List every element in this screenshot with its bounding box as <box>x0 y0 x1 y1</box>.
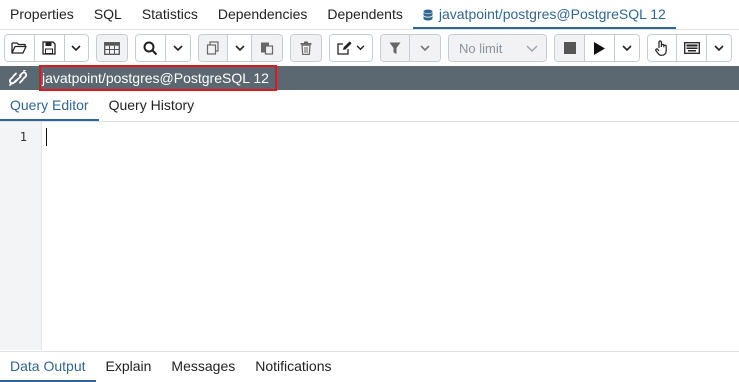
row-limit-value: No limit <box>459 40 503 56</box>
delete-button-group <box>290 34 322 62</box>
copy-icon <box>206 41 219 55</box>
table-button-group <box>96 34 129 62</box>
chevron-down-icon <box>714 44 724 51</box>
tab-sql[interactable]: SQL <box>84 0 132 29</box>
tab-query-tool[interactable]: javatpoint/postgres@PostgreSQL 12 <box>412 0 676 29</box>
filter-icon <box>389 42 401 54</box>
save-options-dropdown[interactable] <box>64 35 89 61</box>
search-icon <box>143 41 158 55</box>
line-number: 1 <box>19 130 27 144</box>
paste-icon <box>261 42 274 55</box>
filter-options-dropdown[interactable] <box>410 35 441 61</box>
chevron-down-icon <box>173 44 183 51</box>
copy-options-dropdown[interactable] <box>228 35 253 61</box>
filter-button-group <box>379 34 442 62</box>
find-options-dropdown[interactable] <box>165 35 190 61</box>
chevron-down-icon <box>71 44 82 51</box>
clipboard-button-group <box>197 34 284 62</box>
tab-messages[interactable]: Messages <box>161 352 245 382</box>
connection-bar: javatpoint/postgres@PostgreSQL 12 <box>0 65 739 91</box>
results-tab-bar: Data Output Explain Messages Notificatio… <box>0 351 739 382</box>
connection-status-button[interactable] <box>0 66 36 90</box>
transaction-button-group <box>646 34 732 62</box>
connection-title: javatpoint/postgres@PostgreSQL 12 <box>39 65 277 91</box>
find-button[interactable] <box>136 35 166 61</box>
tab-notifications[interactable]: Notifications <box>245 352 341 382</box>
macros-options-dropdown[interactable] <box>707 35 731 61</box>
execute-options-dropdown[interactable] <box>614 35 639 61</box>
chevron-down-icon <box>356 45 365 51</box>
play-icon <box>593 41 605 55</box>
tab-properties[interactable]: Properties <box>0 0 84 29</box>
query-toolbar: No limit <box>0 30 739 66</box>
edit-options-button[interactable] <box>329 35 372 61</box>
commit-button[interactable] <box>647 35 678 61</box>
file-button-group <box>4 34 90 62</box>
cancel-query-button[interactable] <box>555 35 586 61</box>
sql-editor-input[interactable] <box>43 122 739 350</box>
sql-editor[interactable]: 1 <box>0 122 739 350</box>
chevron-down-icon <box>235 44 245 51</box>
copy-button[interactable] <box>198 35 229 61</box>
delete-rows-button[interactable] <box>291 35 321 61</box>
filter-button[interactable] <box>380 35 411 61</box>
delete-icon <box>300 41 312 55</box>
table-icon <box>104 41 121 55</box>
top-tab-bar: Properties SQL Statistics Dependencies D… <box>0 0 739 30</box>
chevron-down-icon <box>526 45 538 52</box>
limit-group: No limit <box>448 34 548 62</box>
execute-button[interactable] <box>585 35 615 61</box>
tab-dependencies[interactable]: Dependencies <box>208 0 318 29</box>
find-button-group <box>135 34 191 62</box>
tab-dependents[interactable]: Dependents <box>317 0 413 29</box>
tab-query-tool-label: javatpoint/postgres@PostgreSQL 12 <box>438 5 666 22</box>
execute-button-group <box>554 34 640 62</box>
hand-icon <box>655 40 667 56</box>
tab-query-editor[interactable]: Query Editor <box>0 91 99 121</box>
stop-icon <box>563 42 576 54</box>
paste-button[interactable] <box>252 35 283 61</box>
tab-explain[interactable]: Explain <box>96 352 162 382</box>
chevron-down-icon <box>622 44 632 51</box>
save-file-button[interactable] <box>34 35 65 61</box>
row-limit-select[interactable]: No limit <box>449 35 547 61</box>
edit-button-group <box>328 34 373 62</box>
text-cursor <box>46 128 47 146</box>
editor-tab-bar: Query Editor Query History <box>0 91 739 122</box>
save-icon <box>42 41 56 55</box>
tab-query-history[interactable]: Query History <box>99 91 205 121</box>
edit-icon <box>337 41 352 55</box>
open-folder-icon <box>11 42 28 54</box>
database-icon <box>422 8 433 20</box>
open-file-button[interactable] <box>5 35 35 61</box>
line-number-gutter: 1 <box>0 122 42 350</box>
connection-link-icon <box>9 70 27 86</box>
chevron-down-icon <box>420 44 430 51</box>
edit-table-button[interactable] <box>97 35 128 61</box>
keyboard-icon <box>683 42 700 54</box>
macros-button[interactable] <box>677 35 708 61</box>
tab-statistics[interactable]: Statistics <box>132 0 208 29</box>
tab-data-output[interactable]: Data Output <box>0 352 96 382</box>
